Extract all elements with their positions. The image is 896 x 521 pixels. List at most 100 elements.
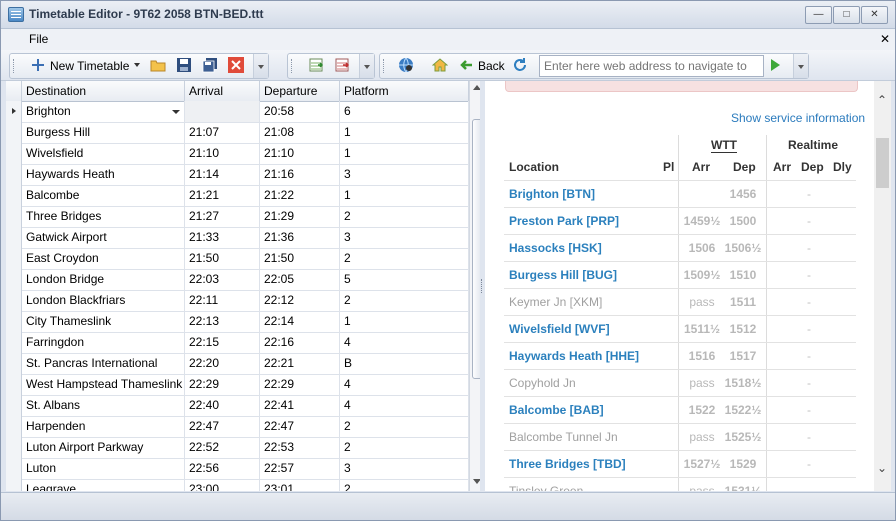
cell-arrival[interactable]: 22:52 xyxy=(185,437,260,458)
cell-arrival[interactable]: 22:13 xyxy=(185,311,260,332)
cell-departure[interactable]: 21:10 xyxy=(260,143,340,164)
row-indicator[interactable] xyxy=(6,206,22,227)
row-indicator[interactable] xyxy=(6,143,22,164)
table-row[interactable]: Luton 22:56 22:57 3 xyxy=(6,458,469,480)
table-row[interactable]: Farringdon 22:15 22:16 4 xyxy=(6,332,469,354)
scroll-up-icon[interactable]: ⌃ xyxy=(877,93,887,107)
row-indicator[interactable] xyxy=(6,185,22,206)
table-row[interactable]: City Thameslink 22:13 22:14 1 xyxy=(6,311,469,333)
table-row[interactable]: Three Bridges 21:27 21:29 2 xyxy=(6,206,469,228)
close-document-icon[interactable]: ✕ xyxy=(880,32,890,46)
station-link[interactable]: Balcombe [BAB] xyxy=(509,403,604,417)
service-scrollbar[interactable]: ⌃ ⌄ xyxy=(874,81,891,491)
table-row[interactable]: Haywards Heath 21:14 21:16 3 xyxy=(6,164,469,186)
station-link[interactable]: Wivelsfield [WVF] xyxy=(509,322,610,336)
row-indicator[interactable] xyxy=(6,353,22,374)
open-folder-icon[interactable] xyxy=(150,57,166,73)
station-link[interactable]: Brighton [BTN] xyxy=(509,187,595,201)
cell-destination[interactable]: Luton xyxy=(22,458,185,479)
cell-departure[interactable]: 22:57 xyxy=(260,458,340,479)
cell-destination[interactable]: Gatwick Airport xyxy=(22,227,185,248)
cell-departure[interactable]: 21:16 xyxy=(260,164,340,185)
cell-departure[interactable]: 22:29 xyxy=(260,374,340,395)
cell-arrival[interactable]: 21:14 xyxy=(185,164,260,185)
cell-destination[interactable]: Leagrave xyxy=(22,479,185,491)
toolbar-overflow-button[interactable] xyxy=(793,54,808,78)
table-row[interactable]: Luton Airport Parkway 22:52 22:53 2 xyxy=(6,437,469,459)
cell-platform[interactable]: 2 xyxy=(340,479,469,491)
toolbar-overflow-button[interactable] xyxy=(253,54,268,78)
new-timetable-dropdown-icon[interactable] xyxy=(134,63,140,67)
cell-platform[interactable]: 2 xyxy=(340,290,469,311)
cell-departure[interactable]: 23:01 xyxy=(260,479,340,491)
cell-destination[interactable]: Haywards Heath xyxy=(22,164,185,185)
cell-departure[interactable]: 21:29 xyxy=(260,206,340,227)
column-header-destination[interactable]: Destination xyxy=(22,81,185,101)
home-icon[interactable] xyxy=(432,57,448,73)
cell-platform[interactable]: 2 xyxy=(340,206,469,227)
row-indicator[interactable] xyxy=(6,416,22,437)
cell-destination[interactable]: St. Pancras International xyxy=(22,353,185,374)
table-row[interactable]: St. Pancras International 22:20 22:21 B xyxy=(6,353,469,375)
toolbar-grip[interactable] xyxy=(383,59,386,73)
go-icon[interactable] xyxy=(767,57,783,73)
cell-destination[interactable]: Burgess Hill xyxy=(22,122,185,143)
cell-arrival[interactable]: 21:50 xyxy=(185,248,260,269)
toolbar-overflow-button[interactable] xyxy=(359,54,374,78)
row-indicator[interactable] xyxy=(6,227,22,248)
cell-arrival[interactable]: 22:47 xyxy=(185,416,260,437)
cell-arrival[interactable]: 21:21 xyxy=(185,185,260,206)
row-indicator[interactable] xyxy=(6,395,22,416)
row-indicator[interactable] xyxy=(6,479,22,491)
row-indicator[interactable] xyxy=(6,164,22,185)
station-link[interactable]: Hassocks [HSK] xyxy=(509,241,602,255)
new-timetable-button[interactable]: New Timetable xyxy=(50,56,129,76)
cell-platform[interactable]: 4 xyxy=(340,374,469,395)
cell-platform[interactable]: 3 xyxy=(340,227,469,248)
cell-platform[interactable]: 1 xyxy=(340,311,469,332)
table-row[interactable]: Balcombe 21:21 21:22 1 xyxy=(6,185,469,207)
cell-destination[interactable]: St. Albans xyxy=(22,395,185,416)
cell-destination[interactable]: West Hampstead Thameslink xyxy=(22,374,185,395)
cell-platform[interactable]: 1 xyxy=(340,122,469,143)
cell-platform[interactable]: 4 xyxy=(340,395,469,416)
cell-arrival[interactable]: 21:10 xyxy=(185,143,260,164)
row-indicator[interactable] xyxy=(6,374,22,395)
row-indicator[interactable] xyxy=(6,290,22,311)
export-icon[interactable] xyxy=(334,57,350,73)
table-row[interactable]: Leagrave 23:00 23:01 2 xyxy=(6,479,469,491)
refresh-icon[interactable] xyxy=(512,57,528,73)
cell-arrival[interactable]: 22:40 xyxy=(185,395,260,416)
cell-destination[interactable]: Balcombe xyxy=(22,185,185,206)
table-row[interactable]: West Hampstead Thameslink 22:29 22:29 4 xyxy=(6,374,469,396)
show-service-info-link[interactable]: Show service information xyxy=(731,111,865,125)
table-row[interactable]: Gatwick Airport 21:33 21:36 3 xyxy=(6,227,469,249)
row-indicator[interactable] xyxy=(6,101,22,122)
globe-view-icon[interactable] xyxy=(398,57,414,73)
cell-destination[interactable]: Brighton xyxy=(22,101,185,122)
cell-destination[interactable]: London Blackfriars xyxy=(22,290,185,311)
cell-departure[interactable]: 22:21 xyxy=(260,353,340,374)
cell-destination[interactable]: Wivelsfield xyxy=(22,143,185,164)
row-indicator[interactable] xyxy=(6,311,22,332)
cell-arrival[interactable]: 22:03 xyxy=(185,269,260,290)
cell-platform[interactable]: 1 xyxy=(340,143,469,164)
menu-file[interactable]: File xyxy=(29,32,48,46)
cell-departure[interactable]: 22:05 xyxy=(260,269,340,290)
cell-arrival[interactable]: 22:29 xyxy=(185,374,260,395)
cell-departure[interactable]: 21:22 xyxy=(260,185,340,206)
column-header-arrival[interactable]: Arrival xyxy=(185,81,260,101)
service-scroll-thumb[interactable] xyxy=(876,138,889,188)
cell-departure[interactable]: 22:14 xyxy=(260,311,340,332)
cell-platform[interactable]: 2 xyxy=(340,437,469,458)
cell-arrival[interactable]: 21:33 xyxy=(185,227,260,248)
cell-arrival[interactable]: 22:20 xyxy=(185,353,260,374)
back-button[interactable]: Back xyxy=(478,56,505,76)
row-indicator[interactable] xyxy=(6,248,22,269)
cell-platform[interactable]: 3 xyxy=(340,164,469,185)
cell-departure[interactable]: 21:08 xyxy=(260,122,340,143)
destination-dropdown-icon[interactable] xyxy=(172,110,180,114)
cell-departure[interactable]: 21:36 xyxy=(260,227,340,248)
row-indicator[interactable] xyxy=(6,332,22,353)
cell-destination[interactable]: City Thameslink xyxy=(22,311,185,332)
